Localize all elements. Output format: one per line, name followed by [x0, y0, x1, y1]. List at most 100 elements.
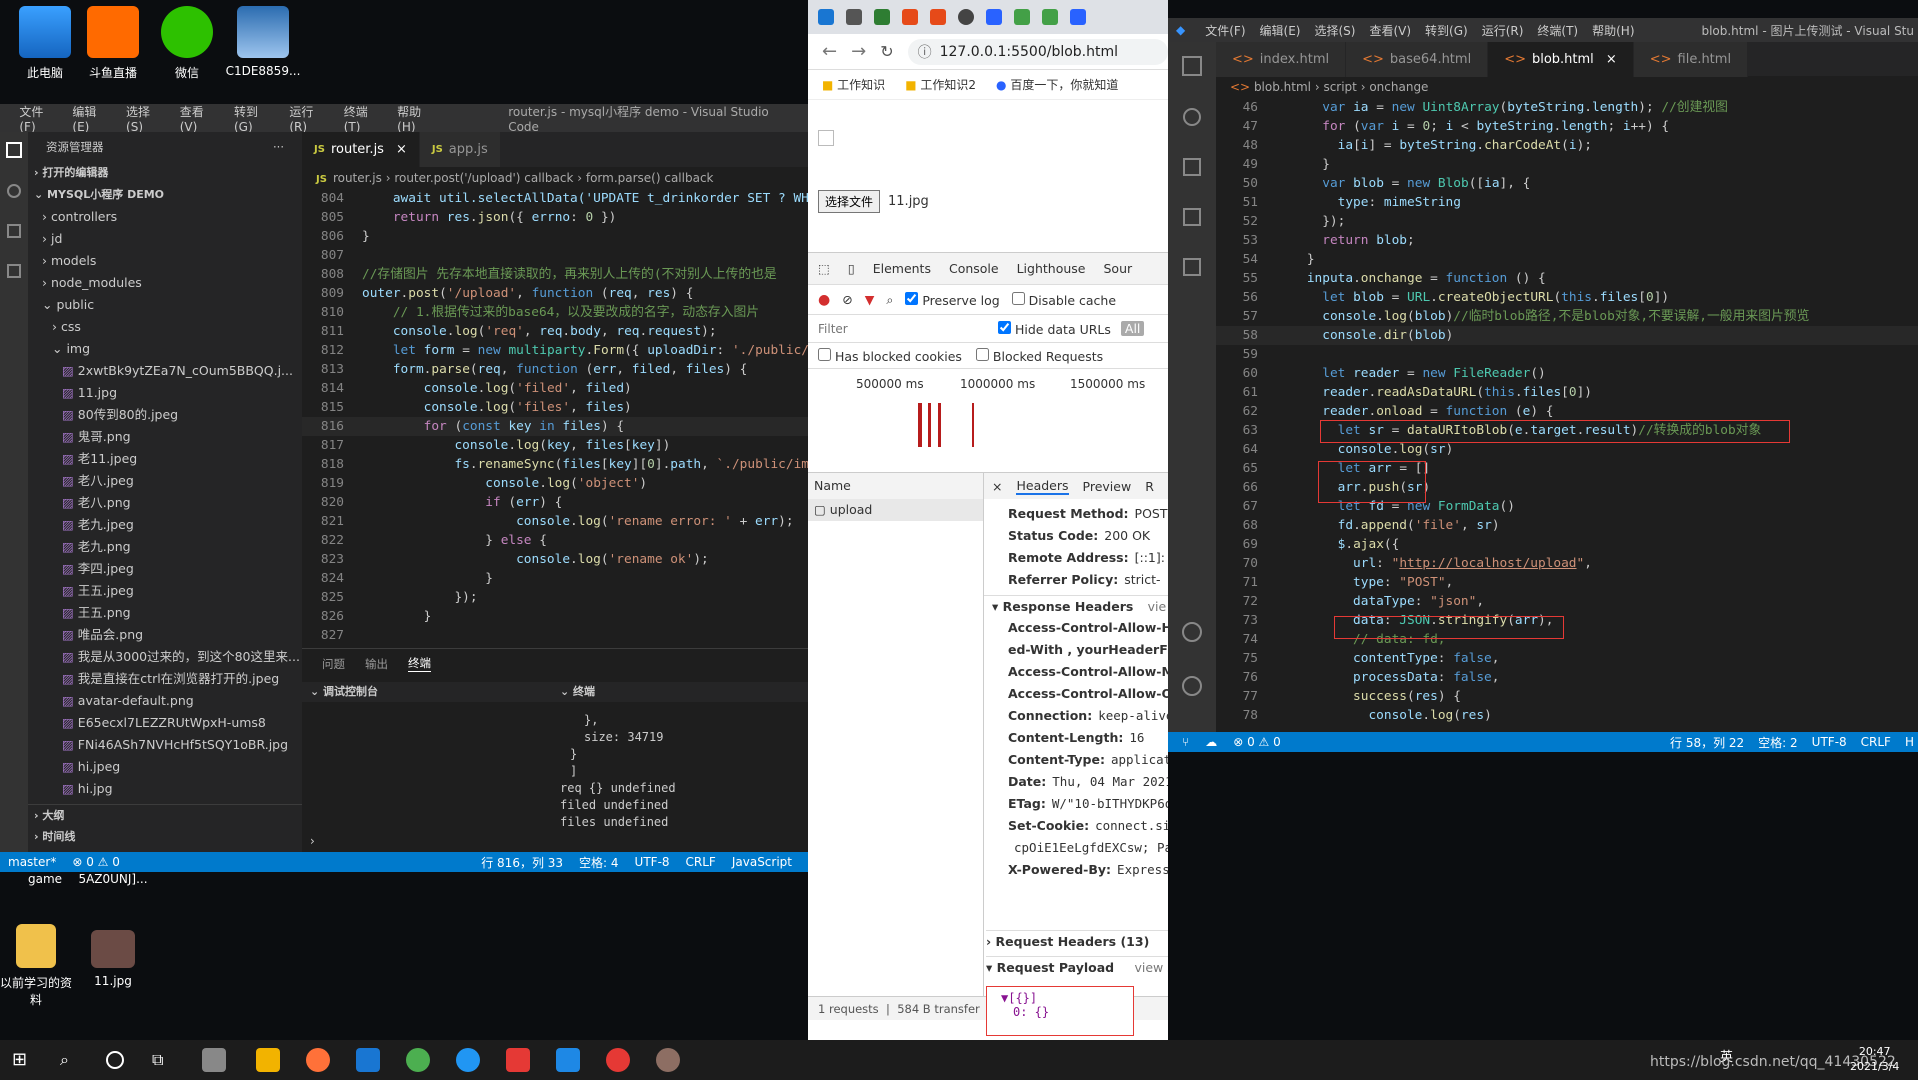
code-line[interactable]: 70 url: "http://localhost/upload",	[1216, 554, 1918, 573]
browser-icon[interactable]	[456, 1048, 480, 1072]
code-line[interactable]: 809 outer.post('/upload', function (req, …	[302, 284, 808, 303]
youdao-icon[interactable]	[506, 1048, 530, 1072]
code-line[interactable]: 68 fd.append('file', sr)	[1216, 516, 1918, 535]
code-line[interactable]: 71 type: "POST",	[1216, 573, 1918, 592]
preserve-log-checkbox[interactable]: Preserve log	[905, 291, 1000, 308]
code-line[interactable]: 53 return blob;	[1216, 231, 1918, 250]
status-cursor-position[interactable]: 行 816，列 33	[481, 854, 563, 871]
code-line[interactable]: 69 $.ajax({	[1216, 535, 1918, 554]
code-line[interactable]: 61 reader.readAsDataURL(this.files[0])	[1216, 383, 1918, 402]
search-icon[interactable]	[1183, 108, 1201, 126]
menu-terminal[interactable]: 终端(T)	[1537, 22, 1578, 39]
network-timeline[interactable]: 500000 ms 1000000 ms 1500000 ms	[808, 368, 1168, 448]
detail-tab-response[interactable]: R	[1145, 479, 1154, 494]
code-line[interactable]: 807	[302, 246, 808, 265]
source-control-icon[interactable]	[7, 224, 21, 238]
menu-file[interactable]: 文件(F)	[19, 103, 58, 134]
menu-view[interactable]: 查看(V)	[1369, 22, 1411, 39]
code-line[interactable]: 60 let reader = new FileReader()	[1216, 364, 1918, 383]
detail-tab-headers[interactable]: Headers	[1016, 478, 1069, 495]
tree-item[interactable]: ▨ 王五.png	[28, 602, 302, 624]
view-source-link[interactable]: view source	[1134, 960, 1168, 975]
code-line[interactable]: 827	[302, 626, 808, 639]
info-icon[interactable]: ⓘ	[918, 42, 932, 62]
device-toolbar-icon[interactable]: ▯	[848, 261, 855, 276]
code-line[interactable]: 49 }	[1216, 155, 1918, 174]
tree-item[interactable]: ▨ 11.jpg	[28, 382, 302, 404]
gear-icon[interactable]	[1182, 676, 1202, 696]
code-line[interactable]: 77 success(res) {	[1216, 687, 1918, 706]
code-line[interactable]: 52 });	[1216, 212, 1918, 231]
code-editor[interactable]: 804 await util.selectAllData('UPDATE t_d…	[302, 189, 808, 639]
menu-edit[interactable]: 编辑(E)	[1260, 22, 1301, 39]
devtools-tab-console[interactable]: Console	[949, 261, 999, 276]
status-eol[interactable]: CRLF	[686, 855, 716, 869]
close-icon[interactable]: ×	[396, 142, 407, 157]
tab-favicon-icon[interactable]	[986, 9, 1002, 25]
desktop-icon-file[interactable]: 5AZ0UNJ]...	[68, 872, 158, 886]
menu-selection[interactable]: 选择(S)	[1314, 22, 1355, 39]
menu-run[interactable]: 运行(R)	[1482, 22, 1524, 39]
bookmark-baidu[interactable]: ● 百度一下，你就知道	[996, 76, 1118, 93]
name-column-header[interactable]: Name	[808, 473, 983, 499]
run-debug-icon[interactable]	[1183, 208, 1201, 226]
filter-input[interactable]	[818, 321, 988, 336]
tree-item[interactable]: ▨ avatar-default.png	[28, 690, 302, 712]
devtools-tab-lighthouse[interactable]: Lighthouse	[1017, 261, 1086, 276]
windows-start-icon[interactable]: ⊞	[12, 1048, 36, 1072]
tree-item[interactable]: ▨ 80传到80的.jpeg	[28, 404, 302, 426]
clear-icon[interactable]: ⊘	[842, 292, 852, 307]
file-explorer-icon[interactable]	[256, 1048, 280, 1072]
extensions-icon[interactable]	[1183, 258, 1201, 276]
tree-item[interactable]: ▨ 老11.jpeg	[28, 448, 302, 470]
code-line[interactable]: 821 console.log('rename error: ' + err);	[302, 512, 808, 531]
terminal-header[interactable]: ⌄ 终端	[552, 682, 808, 702]
search-icon[interactable]: ⌕	[60, 1048, 84, 1072]
menu-view[interactable]: 查看(V)	[180, 103, 220, 134]
code-line[interactable]: 814 console.log('filed', filed)	[302, 379, 808, 398]
app-icon[interactable]	[202, 1048, 226, 1072]
payload-array[interactable]: ▼[{}]	[1001, 991, 1133, 1005]
tab-favicon-icon[interactable]	[874, 9, 890, 25]
code-line[interactable]: 826 }	[302, 607, 808, 626]
tree-item[interactable]: ▨ 老九.png	[28, 536, 302, 558]
tab-favicon-icon[interactable]	[930, 9, 946, 25]
inspect-icon[interactable]: ⬚	[818, 261, 830, 276]
desktop-icon-11jpg[interactable]: 11.jpg	[68, 930, 158, 988]
detail-tab-preview[interactable]: Preview	[1083, 479, 1132, 494]
filter-all-button[interactable]: All	[1120, 321, 1145, 336]
search-icon[interactable]	[7, 184, 21, 198]
timeline-section[interactable]: › 时间线	[28, 826, 302, 848]
code-line[interactable]: 812 let form = new multiparty.Form({ upl…	[302, 341, 808, 360]
tree-item[interactable]: ▨ hi.jpeg	[28, 756, 302, 778]
panel-tab-terminal[interactable]: 终端	[408, 655, 431, 672]
status-problems[interactable]: ⊗ 0 ⚠ 0	[1233, 735, 1281, 749]
tab-favicon-icon[interactable]	[1014, 9, 1030, 25]
tab-favicon-icon[interactable]	[1042, 9, 1058, 25]
code-line[interactable]: 806}	[302, 227, 808, 246]
menu-file[interactable]: 文件(F)	[1205, 22, 1245, 39]
breadcrumb-form-parse[interactable]: form.parse() callback	[586, 171, 714, 185]
code-editor[interactable]: 46 var ia = new Uint8Array(byteString.le…	[1216, 98, 1918, 732]
tab-base64-html[interactable]: <> base64.html	[1346, 42, 1489, 77]
status-indentation[interactable]: 空格: 2	[1758, 734, 1798, 751]
code-line[interactable]: 55 inputa.onchange = function () {	[1216, 269, 1918, 288]
firefox-icon[interactable]	[306, 1048, 330, 1072]
status-language[interactable]: H	[1905, 735, 1914, 749]
tree-item[interactable]: ⌄ public	[28, 294, 302, 316]
code-line[interactable]: 810 // 1.根据传过来的base64，以及要改成的名字，动态存入图片	[302, 303, 808, 322]
bookmark-folder[interactable]: ■ 工作知识	[822, 76, 885, 93]
tree-item[interactable]: ▨ hi.jpg	[28, 778, 302, 800]
reload-icon[interactable]: ↻	[880, 42, 893, 61]
code-line[interactable]: 805 return res.json({ errno: 0 })	[302, 208, 808, 227]
task-view-icon[interactable]: ⧉	[152, 1048, 176, 1072]
tree-item[interactable]: ▨ 我是直接在ctrl在浏览器打开的.jpeg	[28, 668, 302, 690]
code-line[interactable]: 50 var blob = new Blob([ia], {	[1216, 174, 1918, 193]
tree-item[interactable]: ▨ 老九.jpeg	[28, 514, 302, 536]
blocked-cookies-checkbox[interactable]: Has blocked cookies	[818, 347, 962, 364]
code-line[interactable]: 823 console.log('rename ok');	[302, 550, 808, 569]
netease-music-icon[interactable]	[606, 1048, 630, 1072]
tab-blob-html[interactable]: <> blob.html ×	[1488, 42, 1634, 77]
tree-item[interactable]: ▨ 唯品会.png	[28, 624, 302, 646]
tree-item[interactable]: › css	[28, 316, 302, 338]
